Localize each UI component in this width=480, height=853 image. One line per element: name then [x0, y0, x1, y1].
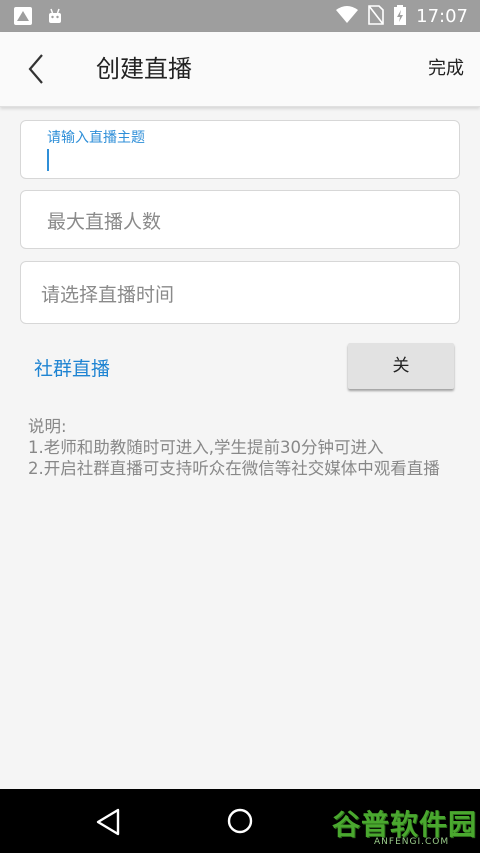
page-title: 创建直播: [96, 55, 192, 83]
instructions-line-2: 2.开启社群直播可支持听众在微信等社交媒体中观看直播: [28, 459, 440, 478]
chevron-left-icon: [28, 54, 43, 84]
community-live-label: 社群直播: [34, 358, 111, 380]
instructions-line-1: 1.老师和助教随时可进入,学生提前30分钟可进入: [28, 438, 384, 457]
topic-input[interactable]: 请输入直播主题: [20, 120, 460, 179]
done-button[interactable]: 完成: [428, 56, 464, 82]
max-viewers-input[interactable]: 最大直播人数: [20, 190, 460, 249]
live-time-picker[interactable]: 请选择直播时间: [20, 261, 460, 324]
back-button[interactable]: [22, 52, 54, 86]
topic-label: 请输入直播主题: [47, 130, 145, 146]
triangle-back-icon: [96, 808, 120, 836]
max-viewers-placeholder: 最大直播人数: [47, 211, 162, 233]
battery-charging-icon: [394, 5, 407, 29]
watermark-subtext: ANFENGI.COM: [374, 837, 450, 847]
status-bar: 17:07: [0, 0, 480, 32]
app-bar: 创建直播 完成: [0, 32, 480, 107]
no-sim-icon: [368, 5, 384, 29]
watermark-logo: 谷普软件园 ANFENGI.COM: [332, 803, 478, 849]
live-time-placeholder: 请选择直播时间: [41, 284, 175, 306]
android-robot-icon: [46, 7, 64, 25]
app-icon: [14, 7, 32, 25]
clock: 17:07: [416, 6, 468, 27]
text-cursor: [47, 149, 49, 171]
instructions-heading: 说明:: [28, 417, 67, 436]
community-live-toggle[interactable]: 关: [348, 343, 454, 389]
nav-back-button[interactable]: [94, 807, 122, 837]
nav-home-button[interactable]: [226, 807, 254, 835]
circle-home-icon: [227, 808, 253, 834]
wifi-icon: [336, 6, 359, 28]
navigation-bar: 谷普软件园 ANFENGI.COM: [0, 789, 480, 853]
instructions: 说明: 1.老师和助教随时可进入,学生提前30分钟可进入 2.开启社群直播可支持…: [28, 416, 468, 479]
